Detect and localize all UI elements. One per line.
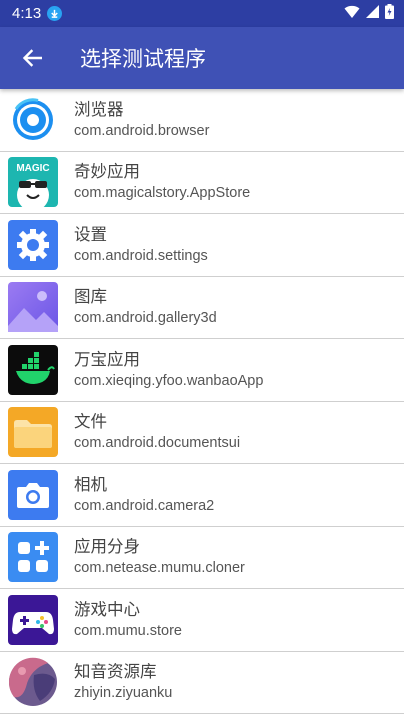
wanbao-app-icon — [8, 344, 58, 395]
camera-icon — [8, 469, 58, 520]
list-item[interactable]: 图库 com.android.gallery3d — [0, 277, 404, 339]
status-time: 4:13 — [12, 5, 42, 22]
wifi-icon — [344, 5, 360, 22]
list-item[interactable]: 应用分身 com.netease.mumu.cloner — [0, 527, 404, 589]
app-name: 奇妙应用 — [74, 162, 140, 182]
game-controller-icon — [8, 594, 58, 645]
list-item[interactable]: 相机 com.android.camera2 — [0, 464, 404, 527]
app-name: 图库 — [74, 287, 107, 307]
app-name: 相机 — [74, 474, 107, 494]
list-item[interactable]: MAGIC 奇妙应用 com.magicalstory.AppStore — [0, 152, 404, 214]
app-name: 万宝应用 — [74, 349, 140, 369]
app-name: 应用分身 — [74, 537, 140, 557]
list-item[interactable]: 知音资源库 zhiyin.ziyuanku — [0, 652, 404, 714]
browser-icon — [8, 94, 58, 145]
app-package: com.android.gallery3d — [74, 310, 217, 327]
app-bar: 选择测试程序 — [0, 27, 404, 89]
back-arrow-icon[interactable] — [0, 27, 64, 89]
list-item[interactable]: 游戏中心 com.mumu.store — [0, 589, 404, 652]
battery-icon — [385, 4, 394, 23]
list-item[interactable]: 设置 com.android.settings — [0, 214, 404, 277]
app-package: com.android.documentsui — [74, 435, 241, 452]
app-package: com.android.settings — [74, 247, 208, 264]
app-package: com.android.camera2 — [74, 497, 215, 514]
app-package: com.xieqing.yfoo.wanbaoApp — [74, 372, 264, 389]
folder-icon — [8, 407, 58, 458]
app-name: 游戏中心 — [74, 599, 140, 619]
page-title: 选择测试程序 — [80, 47, 206, 71]
gallery-icon — [8, 282, 58, 333]
app-package: zhiyin.ziyuanku — [74, 685, 173, 702]
signal-icon — [366, 5, 379, 22]
app-cloner-icon — [8, 532, 58, 583]
app-name: 知音资源库 — [74, 662, 157, 682]
status-bar: 4:13 — [0, 0, 404, 27]
app-package: com.netease.mumu.cloner — [74, 560, 245, 577]
app-package: com.android.browser — [74, 122, 210, 139]
settings-icon — [8, 219, 58, 270]
app-name: 设置 — [74, 224, 107, 244]
magic-app-icon: MAGIC — [8, 157, 58, 208]
app-name: 文件 — [74, 412, 107, 432]
app-package: com.magicalstory.AppStore — [74, 185, 251, 202]
resource-library-icon — [8, 657, 58, 707]
list-item[interactable]: 文件 com.android.documentsui — [0, 402, 404, 464]
app-list: 浏览器 com.android.browser MAGIC 奇妙应用 com.m… — [0, 89, 404, 714]
download-icon — [47, 6, 63, 21]
svg-text:MAGIC: MAGIC — [16, 163, 49, 174]
app-package: com.mumu.store — [74, 622, 182, 639]
list-item[interactable]: 浏览器 com.android.browser — [0, 89, 404, 152]
list-item[interactable]: 万宝应用 com.xieqing.yfoo.wanbaoApp — [0, 339, 404, 402]
app-name: 浏览器 — [74, 99, 124, 119]
